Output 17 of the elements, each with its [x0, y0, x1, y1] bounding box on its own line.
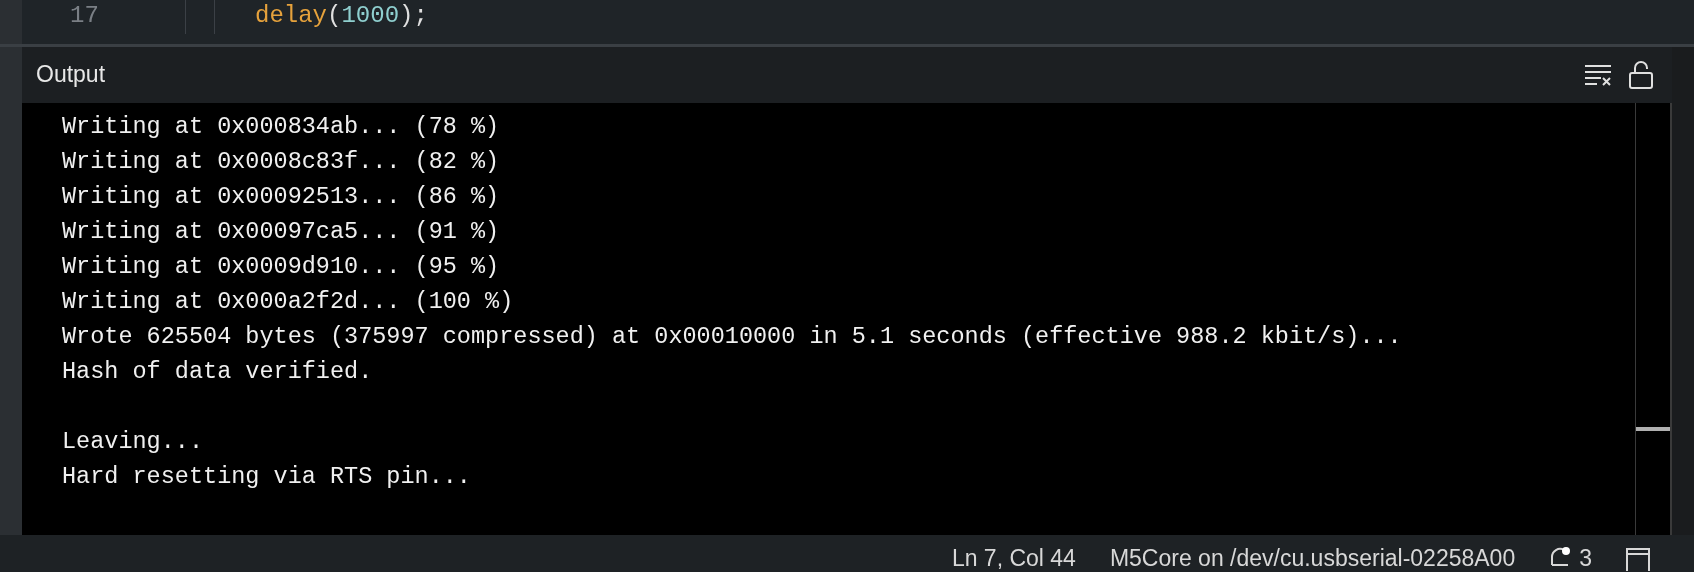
output-line: Writing at 0x0008c83f... (82 %) — [62, 146, 501, 177]
output-line: Writing at 0x00097ca5... (91 %) — [62, 216, 501, 247]
scrollbar-thumb[interactable] — [1636, 426, 1670, 431]
panel-title: Output — [36, 61, 107, 89]
output-line: Wrote 625504 bytes (375997 compressed) at 0x00010000 in 5.1 seconds (effective 988.2 kbit/s)... — [62, 321, 1403, 352]
output-line: Leaving... — [62, 426, 205, 457]
output-line: Writing at 0x0009d910... (95 %) — [62, 251, 501, 282]
output-line: Writing at 0x00092513... (86 %) — [62, 181, 501, 212]
notifications-button[interactable]: 3 — [1549, 544, 1592, 571]
output-line: Hard resetting via RTS pin... — [62, 461, 472, 492]
output-line: Hash of data verified. — [62, 356, 374, 387]
line-number: 17 — [70, 2, 99, 31]
cursor-position[interactable]: Ln 7, Col 44 — [951, 544, 1076, 571]
output-line: Writing at 0x000a2f2d... (100 %) — [62, 286, 515, 317]
board-port[interactable]: M5Core on /dev/cu.usbserial-02258A00 — [1109, 544, 1516, 571]
code-line: delay(1000); — [254, 1, 428, 31]
output-line: Writing at 0x000834ab... (78 %) — [62, 111, 501, 142]
